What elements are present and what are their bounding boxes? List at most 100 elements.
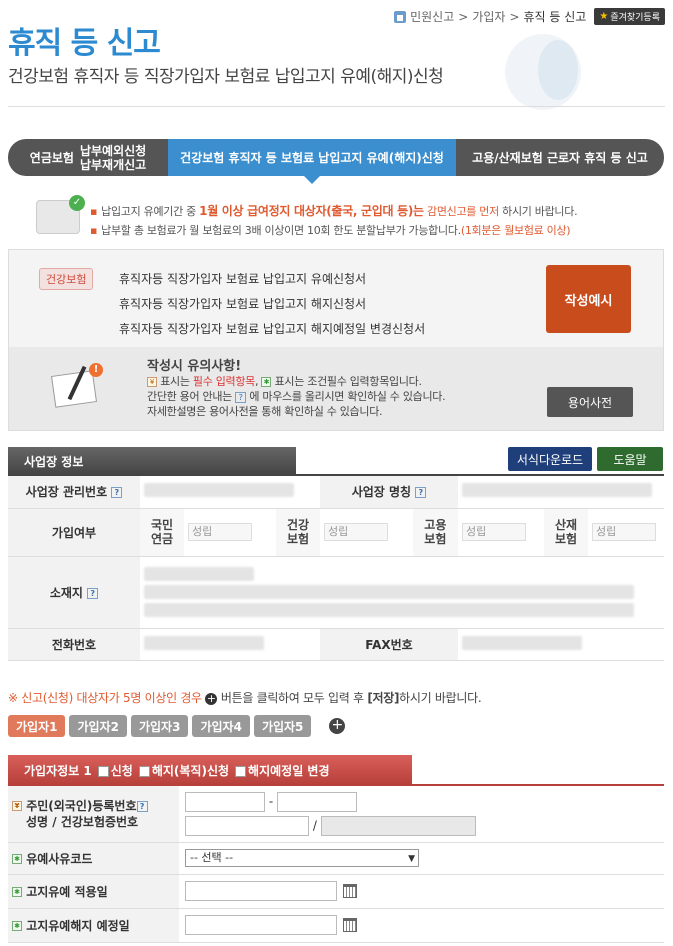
page-title: 휴직 등 신고	[8, 26, 161, 61]
star-icon: ★	[599, 11, 609, 22]
mgmt-no-value	[140, 476, 320, 509]
divider	[8, 106, 665, 107]
rrn-back-input[interactable]	[276, 791, 357, 812]
notice-line-2: ▪ 납부할 총 보험료가 월 보험료의 3배 이상이면 10회 한도 분할납부가 …	[90, 224, 571, 237]
health-card-input	[320, 815, 476, 836]
tab-subscriber-4[interactable]: 가입자4	[192, 715, 250, 737]
ins-health-label: 건강 보험	[276, 508, 320, 557]
help-icon[interactable]: ?	[415, 487, 427, 499]
cancel-date-input[interactable]	[185, 915, 337, 935]
form-item-2: 휴직자등 직장가입자 보험료 납입고지 해지신청서	[119, 297, 367, 311]
caution-box: ! 작성시 유의사항! ¥ 표시는 필수 입력항목, ✱ 표시는 조건필수 입력…	[8, 347, 664, 431]
apply-date-cell	[179, 874, 664, 909]
apply-date-label: ✱ 고지유예 적용일	[8, 874, 179, 909]
breadcrumb-item-2[interactable]: 가입자	[472, 8, 505, 25]
tab-subscriber-2[interactable]: 가입자2	[69, 715, 127, 737]
info-line: ※ 신고(신청) 대상자가 5명 이상인 경우 + 버튼을 클릭하여 모두 입력…	[8, 691, 482, 705]
ins-pension-status: 성립	[184, 508, 276, 557]
notice-line-1: ▪ 납입고지 유예기간 중 1월 이상 급여정지 대상자(출국, 군입대 등)는 …	[90, 204, 578, 218]
example-button[interactable]: 작성예시	[546, 265, 631, 333]
rrn-label: ¥ 주민(외국인)등록번호? 성명 / 건강보험증번호	[8, 786, 179, 843]
checkbox-change[interactable]	[235, 765, 247, 777]
name-input[interactable]	[185, 815, 309, 836]
conditional-icon: ✱	[261, 377, 272, 387]
main-tabs: 연금보험 납부예외신청 납부재개신고 건강보험 휴직자 등 보험료 납입고지 유예…	[8, 139, 664, 184]
chat-check-icon: ✓	[36, 195, 85, 234]
fax-label: FAX번호	[320, 628, 458, 661]
help-button[interactable]: 도움말	[597, 447, 663, 471]
calendar-icon[interactable]	[343, 918, 357, 932]
tab-health-insurance[interactable]: 건강보험 휴직자 등 보험료 납입고지 유예(해지)신청	[168, 139, 456, 184]
calendar-icon[interactable]	[343, 884, 357, 898]
address-value	[140, 556, 664, 629]
tab-pension-sub1: 납부예외신청	[79, 143, 147, 158]
ins-health-status: 성립	[320, 508, 413, 557]
cancel-date-label: ✱ 고지유예해지 예정일	[8, 908, 179, 943]
rrn-front-input[interactable]	[185, 791, 265, 812]
cancel-date-cell	[179, 908, 664, 943]
caution-line-3: 자세한설명은 용어사전을 통해 확인하실 수 있습니다.	[147, 405, 383, 418]
ins-employment-status: 성립	[458, 508, 544, 557]
ins-employment-label: 고용 보험	[412, 508, 458, 557]
tab-employment-insurance[interactable]: 고용/산재보험 근로자 휴직 등 신고	[456, 139, 664, 176]
tab-subscriber-5[interactable]: 가입자5	[253, 715, 312, 737]
address-label: 소재지 ?	[8, 556, 140, 629]
tab-subscriber-3[interactable]: 가입자3	[130, 715, 189, 737]
chevron-right-icon: >	[458, 9, 469, 24]
help-icon[interactable]: ?	[111, 487, 123, 499]
phone-label: 전화번호	[8, 628, 140, 661]
phone-value	[140, 628, 320, 661]
ins-accident-label: 산재 보험	[544, 508, 588, 557]
plus-icon: +	[205, 691, 218, 705]
checkbox-apply[interactable]	[97, 765, 109, 777]
apply-date-input[interactable]	[185, 881, 337, 901]
reason-label: ✱ 유예사유코드	[8, 842, 179, 875]
health-insurance-tag: 건강보험	[39, 268, 94, 290]
mgmt-no-label: 사업장 관리번호 ?	[8, 476, 140, 509]
tab-subscriber-1[interactable]: 가입자1	[8, 715, 66, 737]
subscriber-header-title: 가입자정보 1	[24, 763, 92, 778]
business-info-table: 사업장 관리번호 ? 사업장 명칭 ? 가입여부 국민 연금 성립 건강 보험 성립…	[8, 476, 664, 661]
reason-select[interactable]: -- 선택 --	[185, 849, 419, 867]
checkbox-cancel[interactable]	[138, 765, 150, 777]
form-item-3: 휴직자등 직장가입자 보험료 납입고지 해지예정일 변경신청서	[119, 322, 426, 336]
subscriber-tabs: 가입자1 가입자2 가입자3 가입자4 가입자5 +	[8, 715, 346, 737]
required-icon: ¥	[147, 377, 157, 387]
home-icon[interactable]	[394, 10, 407, 23]
fax-value	[458, 628, 664, 661]
caution-line-2: 간단한 용어 안내는 ? 에 마우스를 올리시면 확인하실 수 있습니다.	[147, 390, 446, 403]
dictionary-button[interactable]: 용어사전	[547, 387, 633, 417]
business-section-title: 사업장 정보	[8, 447, 296, 475]
join-label: 가입여부	[8, 508, 140, 557]
conditional-icon: ✱	[12, 887, 22, 897]
document-pen-icon: !	[47, 363, 103, 411]
ins-pension-label: 국민 연금	[140, 508, 184, 557]
help-icon[interactable]: ?	[136, 800, 148, 812]
favorite-label: 즐겨찾기등록	[610, 13, 660, 23]
chevron-right-icon: >	[509, 9, 520, 24]
help-icon[interactable]: ?	[87, 587, 99, 599]
subscriber-header: 가입자정보 1 신청 해지(복직)신청 해지예정일 변경	[8, 755, 412, 785]
breadcrumb-item-1[interactable]: 민원신고	[410, 8, 454, 25]
page-subtitle: 건강보험 휴직자 등 직장가입자 보험료 납입고지 유예(해지)신청	[8, 67, 444, 87]
header-decoration-2	[538, 40, 578, 100]
tab-pension-label: 연금보험	[29, 150, 74, 165]
help-icon: ?	[235, 391, 247, 403]
download-button[interactable]: 서식다운로드	[508, 447, 592, 471]
ins-accident-status: 성립	[588, 508, 664, 557]
option-change[interactable]: 해지예정일 변경	[235, 762, 330, 779]
option-apply[interactable]: 신청	[97, 762, 133, 779]
option-cancel[interactable]: 해지(복직)신청	[138, 762, 229, 779]
conditional-icon: ✱	[12, 854, 22, 864]
required-icon: ¥	[12, 801, 22, 812]
conditional-icon: ✱	[12, 921, 22, 931]
favorite-button[interactable]: ★ 즐겨찾기등록	[594, 8, 665, 25]
caution-title: 작성시 유의사항!	[147, 359, 242, 374]
add-subscriber-icon[interactable]: +	[329, 718, 346, 734]
tab-pension-sub2: 납부재개신고	[79, 157, 147, 172]
biz-name-label: 사업장 명칭 ?	[320, 476, 458, 509]
breadcrumb: 민원신고 > 가입자 > 휴직 등 신고 ★ 즐겨찾기등록	[394, 8, 665, 25]
tab-pension[interactable]: 연금보험 납부예외신청 납부재개신고	[8, 139, 168, 176]
breadcrumb-current: 휴직 등 신고	[523, 10, 587, 24]
reason-cell: -- 선택 --	[179, 842, 664, 875]
